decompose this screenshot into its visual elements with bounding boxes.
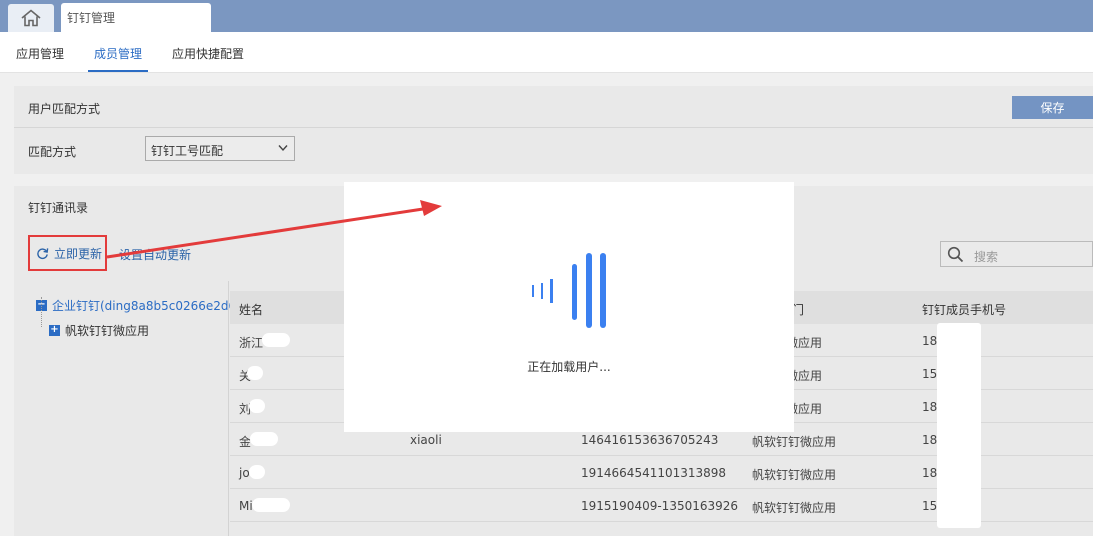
- match-section-title: 用户匹配方式: [28, 102, 101, 116]
- cell-dept: 帆软钉钉微应用: [752, 468, 837, 482]
- search-placeholder: 搜索: [974, 250, 999, 264]
- cell-dept: 帆软钉钉微应用: [752, 435, 837, 449]
- cell-name: Mi: [239, 499, 253, 513]
- cell-name: 金: [239, 435, 252, 449]
- subtab-member-management[interactable]: 成员管理: [94, 45, 142, 62]
- sub-navigation: 应用管理 成员管理 应用快捷配置: [0, 32, 1093, 73]
- save-button-label: 保存: [1040, 101, 1065, 115]
- divider: [14, 127, 1093, 128]
- tree-connector: [41, 297, 42, 327]
- chevron-down-icon: [278, 145, 288, 152]
- match-method-select[interactable]: 钉钉工号匹配: [145, 136, 295, 161]
- tree-child-node[interactable]: + 帆软钉钉微应用: [49, 322, 149, 339]
- tab-label: 钉钉管理: [67, 11, 116, 25]
- refresh-label: 立即更新: [54, 246, 103, 261]
- redaction: [247, 366, 263, 380]
- cell-id: 146416153636705243: [581, 433, 719, 447]
- active-tab-indicator: [88, 70, 148, 72]
- redaction: [249, 399, 265, 413]
- column-header-name: 姓名: [239, 303, 264, 317]
- loading-text: 正在加载用户...: [527, 360, 611, 374]
- redaction: [262, 333, 290, 347]
- subtab-app-management[interactable]: 应用管理: [16, 45, 64, 62]
- loading-modal: 正在加载用户...: [344, 182, 794, 432]
- tree-root-node[interactable]: − 企业钉钉(ding8a8b5c0266e2d68: [36, 297, 244, 314]
- tree-root-label: 企业钉钉(ding8a8b5c0266e2d68: [52, 299, 244, 313]
- cell-dept: 帆软钉钉微应用: [752, 501, 837, 515]
- home-icon: [21, 9, 41, 27]
- user-match-panel: 用户匹配方式 保存 匹配方式 钉钉工号匹配: [14, 86, 1093, 174]
- match-method-value: 钉钉工号匹配: [151, 144, 224, 158]
- auto-update-link[interactable]: 设置自动更新: [119, 246, 191, 263]
- cell-user: xiaoli: [410, 433, 442, 447]
- search-icon: [947, 246, 964, 263]
- cell-id: 1915190409-1350163926: [581, 499, 739, 513]
- cell-id: 1914664541101313898: [581, 466, 727, 480]
- directory-title: 钉钉通讯录: [28, 201, 89, 215]
- column-header-phone: 钉钉成员手机号: [922, 303, 1007, 317]
- save-button[interactable]: 保存: [1012, 96, 1093, 119]
- tab-dingtalk-management[interactable]: 钉钉管理: [61, 3, 211, 32]
- refresh-icon: [37, 247, 49, 259]
- search-input[interactable]: 搜索: [940, 241, 1093, 267]
- redaction: [252, 498, 290, 512]
- subtab-app-shortcut-config[interactable]: 应用快捷配置: [172, 45, 244, 62]
- tree-child-label: 帆软钉钉微应用: [65, 324, 150, 338]
- phone-redaction: [937, 323, 981, 528]
- home-tab[interactable]: [8, 4, 54, 32]
- redaction: [250, 432, 278, 446]
- expand-icon[interactable]: +: [49, 325, 60, 336]
- redaction: [249, 465, 265, 479]
- cell-name: 浙江: [239, 336, 264, 350]
- org-tree: − 企业钉钉(ding8a8b5c0266e2d68 + 帆软钉钉微应用: [14, 281, 244, 536]
- refresh-now-button[interactable]: 立即更新: [28, 235, 107, 271]
- top-tab-bar: 钉钉管理: [0, 0, 1093, 32]
- match-method-label: 匹配方式: [28, 145, 77, 159]
- loading-spinner-icon: [532, 253, 606, 328]
